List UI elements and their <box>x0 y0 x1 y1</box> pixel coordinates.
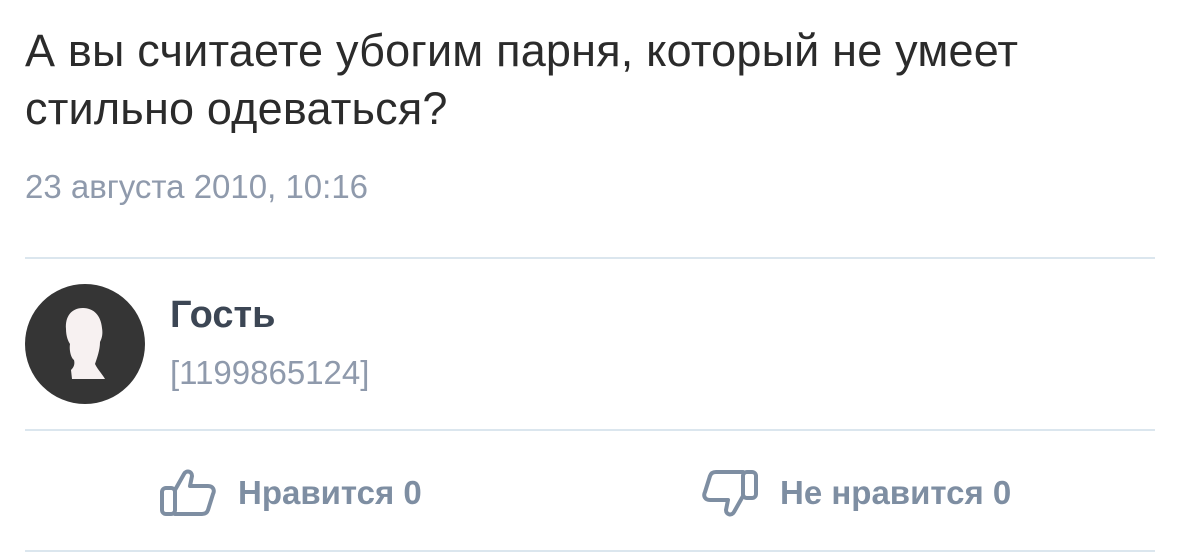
post-card: А вы считаете убогим парня, который не у… <box>25 0 1155 557</box>
author-name[interactable]: Гость <box>170 292 275 338</box>
author-id: [1199865124] <box>170 354 370 391</box>
author-block[interactable]: Гость [1199865124] <box>25 284 1155 406</box>
divider <box>25 550 1155 552</box>
post-question: А вы считаете убогим парня, который не у… <box>25 25 1019 134</box>
dislike-count-label[interactable]: Не нравится 0 <box>780 471 1011 515</box>
thumbs-up-icon <box>158 468 218 518</box>
like-count-label[interactable]: Нравится 0 <box>238 471 422 515</box>
dislike-button[interactable]: Не нравится 0 <box>700 469 1011 517</box>
post-date: 23 августа 2010, 10:16 <box>25 168 369 205</box>
thumbs-down-icon <box>700 468 760 518</box>
user-silhouette-icon <box>65 308 105 379</box>
avatar[interactable] <box>25 284 145 404</box>
divider <box>25 257 1155 259</box>
reaction-bar: Нравится 0 Не нравится 0 <box>25 431 1155 549</box>
like-button[interactable]: Нравится 0 <box>158 469 422 517</box>
